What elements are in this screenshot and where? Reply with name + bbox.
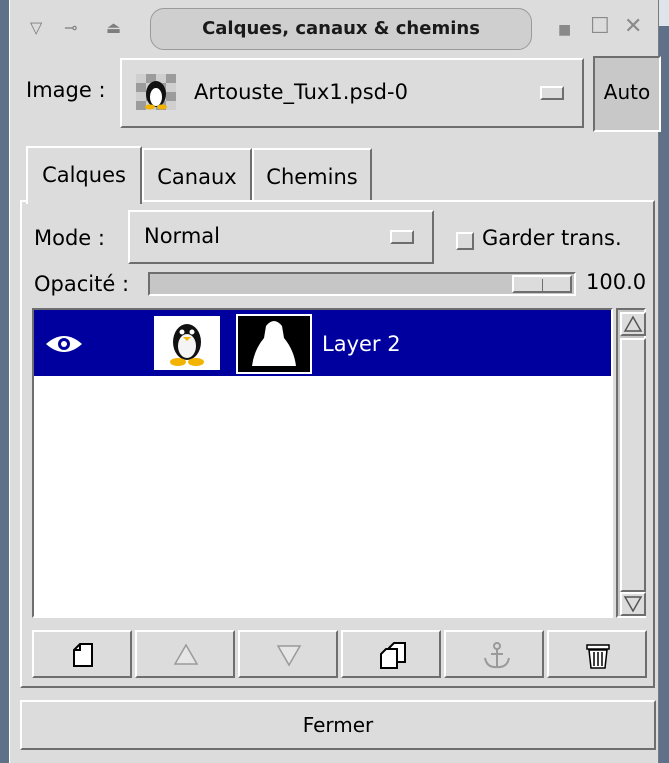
mode-label: Mode : <box>34 226 105 250</box>
anchor-layer-icon <box>484 642 510 669</box>
anchor-layer-button[interactable] <box>444 630 544 678</box>
minimize-icon[interactable]: ■ <box>558 22 571 38</box>
layers-list[interactable]: Layer 2 <box>32 308 613 618</box>
tab-canaux[interactable]: Canaux <box>142 148 252 202</box>
layer-name: Layer 2 <box>322 332 401 356</box>
opacity-slider[interactable] <box>148 272 576 296</box>
layer-row[interactable]: Layer 2 <box>34 310 611 376</box>
dropdown-indicator-icon <box>540 86 564 100</box>
layer-mask-thumbnail <box>236 314 312 374</box>
new-layer-button[interactable] <box>32 630 132 678</box>
eye-icon[interactable] <box>44 332 84 356</box>
maximize-icon[interactable]: ☐ <box>590 14 610 39</box>
image-name: Artouste_Tux1.psd-0 <box>194 80 408 104</box>
lower-layer-icon <box>276 645 302 667</box>
dropdown-indicator-icon <box>390 230 414 244</box>
scroll-down-icon[interactable] <box>620 592 646 616</box>
new-layer-icon <box>73 643 93 667</box>
opacity-value: 100.0 <box>586 270 647 294</box>
scroll-up-icon[interactable] <box>620 312 646 336</box>
lower-layer-button[interactable] <box>238 630 338 678</box>
mode-dropdown[interactable]: Normal <box>128 210 434 264</box>
image-dropdown[interactable]: Artouste_Tux1.psd-0 <box>120 58 584 128</box>
tab-calques[interactable]: Calques <box>26 146 142 204</box>
duplicate-layer-icon <box>380 642 406 669</box>
pin-icon[interactable]: ⊸ <box>64 18 77 37</box>
close-icon[interactable]: ✕ <box>624 14 642 39</box>
close-button[interactable]: Fermer <box>20 700 656 750</box>
keep-trans-label[interactable]: Garder trans. <box>482 226 622 250</box>
delete-layer-icon <box>586 644 610 669</box>
mode-value: Normal <box>144 224 220 248</box>
tab-chemins[interactable]: Chemins <box>252 148 372 202</box>
image-thumbnail <box>136 74 176 110</box>
opacity-slider-thumb[interactable] <box>512 275 572 293</box>
raise-layer-icon <box>173 643 199 665</box>
raise-layer-button[interactable] <box>135 630 235 678</box>
layer-thumbnail <box>154 316 220 370</box>
menu-icon[interactable]: ▽ <box>30 18 42 37</box>
title-bar[interactable]: ▽ ⊸ ⏏ Calques, canaux & chemins ■ ☐ ✕ <box>10 0 658 58</box>
auto-button[interactable]: Auto <box>593 56 661 132</box>
scrollbar-thumb[interactable] <box>620 338 646 592</box>
image-label: Image : <box>26 78 106 102</box>
duplicate-layer-button[interactable] <box>341 630 441 678</box>
window-title: Calques, canaux & chemins <box>150 8 532 50</box>
delete-layer-button[interactable] <box>547 630 647 678</box>
layers-scrollbar[interactable] <box>616 308 646 618</box>
layers-dialog: ▽ ⊸ ⏏ Calques, canaux & chemins ■ ☐ ✕ Im… <box>9 0 661 763</box>
keep-trans-checkbox[interactable] <box>456 232 474 250</box>
shade-icon[interactable]: ⏏ <box>106 18 121 37</box>
opacity-label: Opacité : <box>34 272 130 296</box>
